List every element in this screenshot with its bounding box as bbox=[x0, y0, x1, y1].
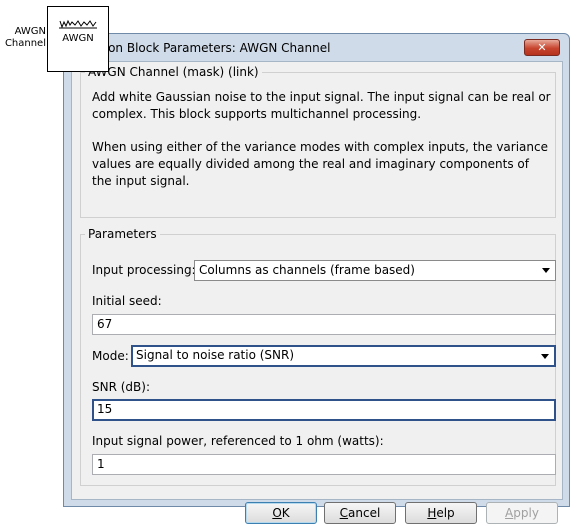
mode-value: Signal to noise ratio (SNR) bbox=[136, 348, 295, 362]
block-name-line1: AWGN bbox=[14, 26, 46, 37]
parameters-group: Parameters Input processing: Columns as … bbox=[80, 227, 556, 486]
signal-power-input[interactable]: 1 bbox=[92, 454, 556, 475]
chevron-down-icon bbox=[541, 354, 549, 359]
mode-select[interactable]: Signal to noise ratio (SNR) bbox=[131, 345, 556, 367]
initial-seed-value: 67 bbox=[97, 317, 113, 331]
help-label: elp bbox=[436, 506, 455, 520]
apply-button[interactable]: Apply bbox=[486, 502, 558, 524]
snr-value: 15 bbox=[97, 402, 113, 416]
initial-seed-input[interactable]: 67 bbox=[92, 314, 556, 335]
block-name-label: AWGN Channel bbox=[4, 26, 46, 50]
description-text-2: When using either of the variance modes … bbox=[92, 140, 548, 188]
signal-power-value: 1 bbox=[97, 457, 105, 471]
ok-button[interactable]: OK bbox=[245, 502, 317, 524]
help-button[interactable]: Help bbox=[405, 502, 477, 524]
apply-label: pply bbox=[513, 506, 539, 520]
cancel-mnemonic: C bbox=[339, 506, 349, 520]
snr-label: SNR (dB): bbox=[92, 380, 151, 394]
mode-label: Mode: bbox=[92, 349, 129, 363]
block-parameters-dialog: Function Block Parameters: AWGN Channel … bbox=[63, 33, 570, 524]
chevron-down-icon bbox=[542, 268, 550, 273]
cancel-label: ancel bbox=[348, 506, 381, 520]
input-processing-select[interactable]: Columns as channels (frame based) bbox=[194, 260, 556, 281]
input-processing-value: Columns as channels (frame based) bbox=[199, 263, 415, 277]
dialog-title: Function Block Parameters: AWGN Channel bbox=[72, 41, 331, 55]
close-icon: ✕ bbox=[537, 41, 547, 54]
signal-power-label: Input signal power, referenced to 1 ohm … bbox=[92, 434, 384, 448]
description-group: AWGN Channel (mask) (link) Add white Gau… bbox=[80, 65, 556, 218]
help-mnemonic: H bbox=[427, 506, 437, 520]
block-text: AWGN bbox=[62, 33, 94, 44]
parameters-legend: Parameters bbox=[85, 227, 160, 241]
noise-waveform-icon bbox=[59, 19, 97, 29]
dialog-client-area: AWGN Channel (mask) (link) Add white Gau… bbox=[71, 61, 563, 524]
awgn-block[interactable]: AWGN bbox=[47, 6, 109, 72]
cancel-button[interactable]: Cancel bbox=[324, 502, 396, 524]
description-text-1: Add white Gaussian noise to the input si… bbox=[92, 90, 551, 121]
input-processing-label: Input processing: bbox=[92, 263, 196, 277]
ok-label: K bbox=[281, 506, 290, 520]
ok-mnemonic: O bbox=[272, 506, 282, 520]
block-name-line2: Channel bbox=[4, 38, 46, 49]
close-button[interactable]: ✕ bbox=[524, 39, 560, 56]
snr-input[interactable]: 15 bbox=[92, 399, 556, 421]
initial-seed-label: Initial seed: bbox=[92, 294, 162, 308]
description-legend: AWGN Channel (mask) (link) bbox=[85, 65, 262, 79]
